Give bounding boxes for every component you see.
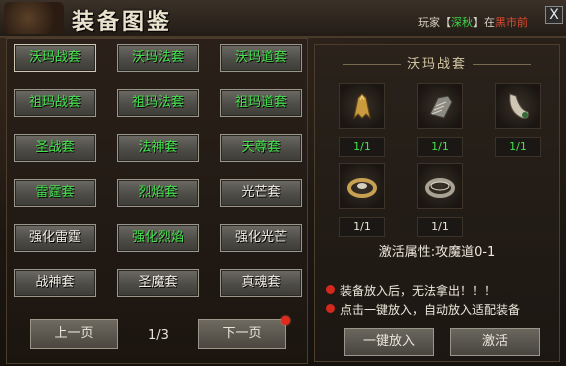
notice-player: 深秋 [451, 16, 473, 29]
prev-page-button[interactable]: 上一页 [30, 319, 118, 349]
notice-location: 黑市前 [495, 16, 528, 29]
warning-dot-icon [326, 304, 335, 313]
set-button-5[interactable]: 祖玛道套 [220, 89, 302, 117]
item-count-0: 1/1 [339, 137, 385, 157]
set-button-10[interactable]: 烈焰套 [117, 179, 199, 207]
item-slot-2[interactable] [495, 83, 541, 129]
info-box: 装备放入后，无法拿出！！！ 点击一键放入，自动放入适配装备 [318, 282, 556, 322]
item-count-3-text: 1/1 [353, 220, 371, 233]
set-button-0[interactable]: 沃玛战套 [14, 44, 96, 72]
ring-icon [347, 178, 377, 198]
activation-attribute: 激活属性:攻魔道0-1 [378, 245, 496, 260]
title-bar: 装备图鉴 玩家【深秋】在黑市前 X [0, 0, 566, 38]
set-button-9[interactable]: 雷霆套 [14, 179, 96, 207]
activate-button[interactable]: 激活 [450, 328, 540, 356]
set-button-13[interactable]: 强化烈焰 [117, 224, 199, 252]
set-button-2[interactable]: 沃玛道套 [220, 44, 302, 72]
necklace-icon [509, 93, 529, 119]
bracer-icon [429, 95, 453, 119]
auto-place-button[interactable]: 一键放入 [344, 328, 434, 356]
item-count-2-text: 1/1 [509, 140, 527, 153]
set-button-14[interactable]: 强化光芒 [220, 224, 302, 252]
ring-icon [425, 178, 455, 198]
item-count-4-text: 1/1 [431, 220, 449, 233]
page-indicator: 1/3 [148, 328, 169, 343]
window-title: 装备图鉴 [72, 9, 173, 35]
set-button-4[interactable]: 祖玛法套 [117, 89, 199, 117]
item-count-1: 1/1 [417, 137, 463, 157]
info-line-1: 装备放入后，无法拿出！！！ [326, 282, 496, 299]
notice-mid: 】在 [473, 16, 495, 29]
equipment-codex-window: 装备图鉴 玩家【深秋】在黑市前 X 沃玛战套 沃玛法套 沃玛道套 祖玛战套 祖玛… [0, 0, 566, 366]
close-button[interactable]: X [545, 6, 563, 24]
set-button-15[interactable]: 战神套 [14, 269, 96, 297]
info-line-2: 点击一键放入，自动放入适配装备 [326, 301, 520, 318]
warning-dot-icon [326, 285, 335, 294]
set-button-8[interactable]: 天尊套 [220, 134, 302, 162]
item-count-4: 1/1 [417, 217, 463, 237]
item-slot-1[interactable] [417, 83, 463, 129]
notice-prefix: 玩家【 [418, 16, 451, 29]
item-count-1-text: 1/1 [431, 140, 449, 153]
info-line-1-text: 装备放入后，无法拿出！！！ [340, 284, 497, 298]
item-slot-0[interactable] [339, 83, 385, 129]
set-button-12[interactable]: 强化雷霆 [14, 224, 96, 252]
item-slot-3[interactable] [339, 163, 385, 209]
item-count-2: 1/1 [495, 137, 541, 157]
helmet-icon [353, 93, 371, 120]
next-page-alert-dot [281, 316, 290, 325]
item-slot-4[interactable] [417, 163, 463, 209]
item-count-0-text: 1/1 [353, 140, 371, 153]
set-button-16[interactable]: 圣魔套 [117, 269, 199, 297]
set-name-bar: 沃玛战套 [315, 53, 559, 75]
item-count-3: 1/1 [339, 217, 385, 237]
set-button-1[interactable]: 沃玛法套 [117, 44, 199, 72]
dragon-emblem-icon [4, 2, 64, 34]
selected-set-name: 沃玛战套 [406, 57, 467, 72]
set-button-3[interactable]: 祖玛战套 [14, 89, 96, 117]
set-button-17[interactable]: 真魂套 [220, 269, 302, 297]
next-page-button[interactable]: 下一页 [198, 319, 286, 349]
set-button-7[interactable]: 法神套 [117, 134, 199, 162]
broadcast-notice: 玩家【深秋】在黑市前 [418, 14, 540, 30]
set-button-6[interactable]: 圣战套 [14, 134, 96, 162]
set-button-11[interactable]: 光芒套 [220, 179, 302, 207]
info-line-2-text: 点击一键放入，自动放入适配装备 [340, 303, 521, 317]
